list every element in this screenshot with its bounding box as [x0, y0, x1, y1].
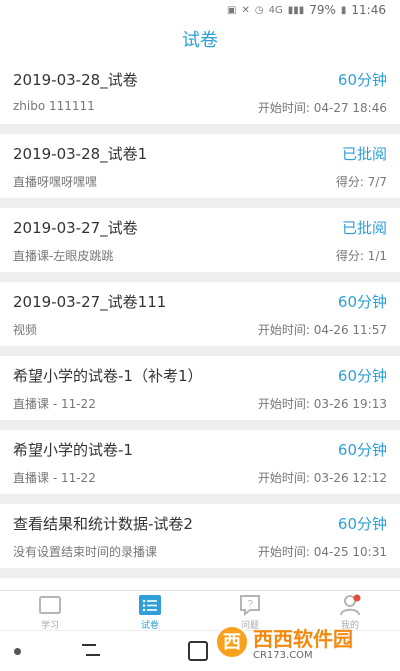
paper-item[interactable]	[0, 578, 400, 590]
paper-status: 60分钟	[337, 367, 387, 385]
watermark-logo: 西 西西软件园 CR173.COM	[215, 622, 395, 662]
paper-source: zhibo 111111	[13, 99, 95, 113]
watermark-badge: 西	[215, 625, 249, 659]
tab-study[interactable]: 学习	[0, 591, 100, 631]
paper-meta: 开始时间: 04-27 18:46	[257, 101, 387, 115]
paper-item[interactable]: 希望小学的试卷-1 60分钟 直播课 - 11-22 开始时间: 03-26 1…	[0, 430, 400, 494]
watermark-site: CR173.COM	[253, 650, 313, 661]
paper-source: 视频	[13, 323, 38, 337]
paper-meta: 开始时间: 04-25 10:31	[257, 545, 387, 559]
svg-text:?: ?	[247, 599, 253, 610]
paper-status: 60分钟	[337, 441, 387, 459]
user-icon	[340, 594, 361, 616]
status-bar: ▣ ✕ ◷ 4G ▮▮▮ 79% ▮ 11:46	[0, 0, 400, 22]
network-label: 4G	[268, 4, 283, 16]
book-icon	[39, 596, 61, 614]
paper-meta: 开始时间: 03-26 12:12	[257, 471, 387, 485]
nfc-icon: ▣	[227, 4, 237, 16]
recents-icon[interactable]	[78, 639, 104, 661]
paper-meta: 得分: 1/1	[335, 249, 387, 263]
paper-name: 2019-03-27_试卷	[13, 219, 138, 237]
paper-status: 已批阅	[341, 219, 387, 237]
alarm-icon: ◷	[254, 4, 264, 16]
paper-name: 希望小学的试卷-1	[13, 441, 133, 459]
paper-source: 直播课-左眼皮跳跳	[13, 249, 114, 263]
battery-percent: 79%	[309, 3, 336, 17]
battery-icon: ▮	[340, 4, 347, 16]
watermark-text: 西西软件园 CR173.COM	[253, 623, 353, 661]
paper-item[interactable]: 查看结果和统计数据-试卷2 60分钟 没有设置结束时间的录播课 开始时间: 04…	[0, 504, 400, 568]
status-icons: ▣ ✕ ◷ 4G ▮▮▮ 79% ▮ 11:46	[227, 3, 386, 17]
paper-source: 直播课 - 11-22	[13, 397, 96, 411]
paper-item[interactable]: 2019-03-27_试卷 已批阅 直播课-左眼皮跳跳 得分: 1/1	[0, 208, 400, 272]
question-icon: ?	[240, 595, 260, 616]
list-icon	[139, 595, 161, 615]
paper-status: 60分钟	[337, 71, 387, 89]
tab-papers[interactable]: 试卷	[100, 591, 200, 631]
signal-icon: ▮▮▮	[287, 4, 305, 16]
clock: 11:46	[351, 3, 386, 17]
home-icon[interactable]	[188, 641, 208, 661]
paper-item[interactable]: 2019-03-28_试卷1 已批阅 直播呀嘿呀嘿嘿 得分: 7/7	[0, 134, 400, 198]
paper-item[interactable]: 2019-03-28_试卷 60分钟 zhibo 111111 开始时间: 04…	[0, 60, 400, 124]
paper-name: 2019-03-28_试卷1	[13, 145, 148, 163]
paper-item[interactable]: 2019-03-27_试卷111 60分钟 视频 开始时间: 04-26 11:…	[0, 282, 400, 346]
paper-meta: 开始时间: 04-26 11:57	[257, 323, 387, 337]
watermark-name: 西西软件园	[253, 627, 353, 651]
paper-name: 2019-03-28_试卷	[13, 71, 138, 89]
paper-source: 直播课 - 11-22	[13, 471, 96, 485]
header: 试卷	[0, 22, 400, 60]
paper-source: 直播呀嘿呀嘿嘿	[13, 175, 98, 189]
paper-name: 希望小学的试卷-1（补考1）	[13, 367, 203, 385]
paper-source: 没有设置结束时间的录播课	[13, 545, 158, 559]
paper-meta: 得分: 7/7	[335, 175, 387, 189]
mute-icon: ✕	[241, 4, 250, 16]
paper-meta: 开始时间: 03-26 19:13	[257, 397, 387, 411]
paper-list: 2019-03-28_试卷 60分钟 zhibo 111111 开始时间: 04…	[0, 60, 400, 590]
paper-name: 2019-03-27_试卷111	[13, 293, 167, 311]
paper-name: 查看结果和统计数据-试卷2	[13, 515, 193, 533]
paper-status: 已批阅	[341, 145, 387, 163]
page-title: 试卷	[182, 30, 218, 51]
paper-status: 60分钟	[337, 515, 387, 533]
nav-dot-icon[interactable]	[14, 648, 21, 655]
paper-status: 60分钟	[337, 293, 387, 311]
paper-item[interactable]: 希望小学的试卷-1（补考1） 60分钟 直播课 - 11-22 开始时间: 03…	[0, 356, 400, 420]
